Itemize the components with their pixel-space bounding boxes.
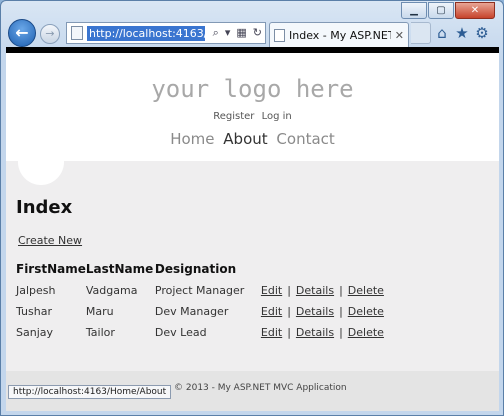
cell-designation: Dev Lead	[154, 326, 207, 339]
forward-arrow-icon[interactable]: →	[40, 24, 60, 44]
menu-home[interactable]: Home	[170, 130, 214, 148]
new-tab-button[interactable]	[411, 22, 431, 44]
cell-lastname: Maru	[85, 305, 114, 318]
status-bar-url: http://localhost:4163/Home/About	[8, 385, 172, 399]
separator: |	[287, 284, 291, 297]
separator: |	[287, 326, 291, 339]
header-firstname: FirstName	[16, 262, 86, 276]
page-icon	[71, 26, 83, 40]
tab-page-icon	[274, 28, 285, 42]
row-actions: Edit | Details | Delete	[261, 322, 384, 343]
address-tools: ⌕ ▾ ▦ ↻	[210, 26, 265, 40]
delete-link[interactable]: Delete	[348, 305, 384, 318]
dropdown-icon[interactable]: ▾	[225, 26, 231, 40]
navigation-bar: ← → http://localhost:4163/empl ⌕ ▾ ▦ ↻ I…	[6, 19, 498, 47]
tab-close-icon[interactable]: ✕	[395, 29, 404, 42]
cell-lastname: Vadgama	[85, 284, 138, 297]
edit-link[interactable]: Edit	[261, 305, 282, 318]
table-header-row: FirstName LastName Designation	[16, 262, 384, 280]
login-link[interactable]: Log in	[262, 111, 292, 122]
header-lastname: LastName	[85, 262, 154, 276]
separator: |	[339, 326, 343, 339]
gear-icon[interactable]: ⚙	[472, 24, 492, 42]
page-title: Index	[16, 197, 73, 218]
header-actions	[261, 262, 384, 280]
minimize-button[interactable]: ▁	[401, 2, 427, 19]
login-links: Register Log in	[6, 111, 499, 122]
refresh-icon[interactable]: ↻	[253, 26, 262, 40]
browser-tab[interactable]: Index - My ASP.NET ... ✕	[269, 22, 409, 47]
table-row: Tushar Maru Dev Manager Edit | Details | Del…	[16, 301, 384, 322]
cell-designation: Dev Manager	[154, 305, 229, 318]
close-window-button[interactable]: ✕	[455, 2, 495, 19]
details-link[interactable]: Details	[296, 326, 334, 339]
menu-contact[interactable]: Contact	[276, 130, 334, 148]
site-header: your logo here Register Log in Home Abou…	[6, 53, 499, 185]
cell-firstname: Tushar	[16, 305, 52, 318]
details-link[interactable]: Details	[296, 305, 334, 318]
cell-designation: Project Manager	[154, 284, 245, 297]
menu-about[interactable]: About	[223, 130, 267, 148]
cell-lastname: Tailor	[85, 326, 115, 339]
browser-toolbar-right: ⌂ ★ ⚙	[432, 24, 492, 42]
edit-link[interactable]: Edit	[261, 284, 282, 297]
window-controls: ▁ ▢ ✕	[400, 2, 495, 19]
compatibility-icon[interactable]: ▦	[236, 26, 246, 40]
register-link[interactable]: Register	[213, 111, 254, 122]
address-url[interactable]: http://localhost:4163/empl	[87, 25, 205, 41]
main-content: Index Create New FirstName LastName Desi…	[6, 161, 499, 343]
separator: |	[287, 305, 291, 318]
page-viewport: your logo here Register Log in Home Abou…	[6, 47, 499, 411]
header-designation: Designation	[154, 262, 237, 276]
browser-window: ▁ ▢ ✕ ← → http://localhost:4163/empl ⌕ ▾…	[0, 0, 504, 416]
main-menu: Home About Contact	[6, 130, 499, 148]
cell-firstname: Sanjay	[16, 326, 54, 339]
search-icon[interactable]: ⌕	[213, 26, 219, 40]
details-link[interactable]: Details	[296, 284, 334, 297]
favorites-star-icon[interactable]: ★	[452, 24, 472, 42]
maximize-button[interactable]: ▢	[428, 2, 454, 19]
delete-link[interactable]: Delete	[348, 326, 384, 339]
site-logo[interactable]: your logo here	[6, 53, 499, 103]
home-icon[interactable]: ⌂	[432, 24, 452, 42]
table-row: Sanjay Tailor Dev Lead Edit | Details | Dele…	[16, 322, 384, 343]
separator: |	[339, 305, 343, 318]
employee-table: FirstName LastName Designation Jalpesh V…	[16, 262, 384, 343]
edit-link[interactable]: Edit	[261, 326, 282, 339]
cell-firstname: Jalpesh	[16, 284, 56, 297]
address-bar[interactable]: http://localhost:4163/empl ⌕ ▾ ▦ ↻	[66, 22, 266, 44]
back-arrow-icon[interactable]: ←	[8, 19, 36, 47]
footer-copyright: © 2013 - My ASP.NET MVC Application	[174, 383, 347, 393]
tab-title: Index - My ASP.NET ...	[289, 28, 391, 42]
separator: |	[339, 284, 343, 297]
row-actions: Edit | Details | Delete	[261, 301, 384, 322]
table-row: Jalpesh Vadgama Project Manager Edit | Det…	[16, 280, 384, 301]
delete-link[interactable]: Delete	[348, 284, 384, 297]
create-new-link[interactable]: Create New	[18, 234, 82, 247]
row-actions: Edit | Details | Delete	[261, 280, 384, 301]
